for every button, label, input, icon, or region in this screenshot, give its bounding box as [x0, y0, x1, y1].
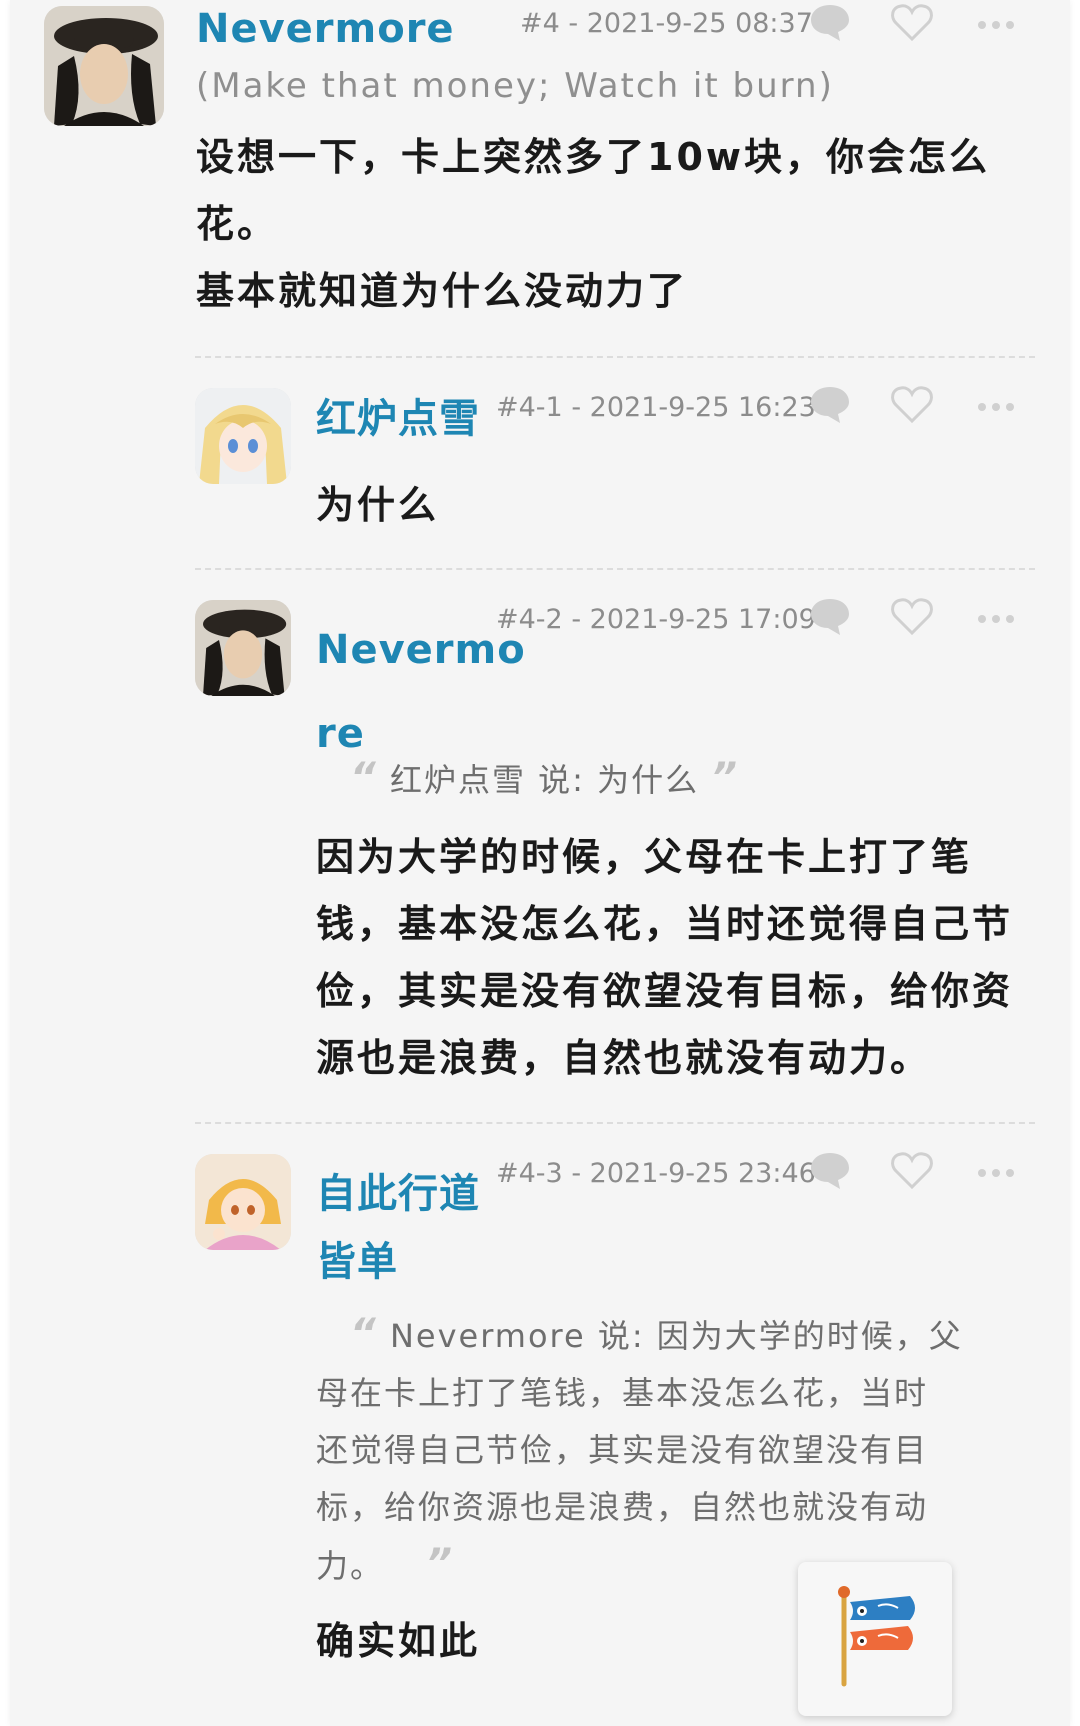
- avatar[interactable]: [195, 388, 291, 484]
- body-line: 基本就知道为什么没动力了: [196, 269, 689, 313]
- meta-separator: -: [571, 392, 582, 423]
- meta-separator: -: [568, 8, 579, 39]
- post-meta: #4-1 - 2021-9-25 16:23: [496, 392, 816, 423]
- chat-bubble-icon: [811, 1153, 849, 1189]
- quote-line: 母在卡上打了笔钱，基本没怎么花，当时: [316, 1374, 929, 1412]
- floating-action-button[interactable]: [798, 1562, 952, 1716]
- body-line: 钱，基本没怎么花，当时还觉得自己节: [316, 902, 1014, 946]
- username[interactable]: Nevermore: [196, 6, 455, 52]
- username[interactable]: 红炉点雪: [316, 396, 480, 442]
- post-time: 23:46: [738, 1158, 816, 1189]
- more-button[interactable]: [976, 610, 1016, 629]
- post-meta: #4 - 2021-9-25 08:37: [520, 8, 813, 39]
- post-date: 2021-9-25: [589, 392, 730, 423]
- quote-text: 红炉点雪 说: 为什么: [389, 761, 700, 799]
- quote-line: “ Nevermore 说: 因为大学的时候，父: [316, 1306, 1016, 1365]
- more-dots-icon: [978, 21, 1014, 29]
- floor-number: #4-1: [496, 392, 563, 423]
- avatar[interactable]: [195, 1154, 291, 1250]
- post-body: 为什么: [316, 472, 1036, 539]
- floor-number: #4-2: [496, 604, 563, 635]
- user-signature: (Make that money; Watch it burn): [196, 66, 834, 106]
- meta-separator: -: [571, 604, 582, 635]
- more-dots-icon: [978, 615, 1014, 623]
- quote-block: “ 红炉点雪 说: 为什么 ”: [350, 750, 1030, 809]
- chat-bubble-icon: [811, 599, 849, 635]
- quote-line: 标，给你资源也是浪费，自然也就没有动: [316, 1488, 929, 1526]
- chat-bubble-icon: [811, 387, 849, 423]
- body-line: 为什么: [316, 483, 440, 527]
- divider: [195, 356, 1035, 358]
- post-time: 17:09: [738, 604, 816, 635]
- reply-button[interactable]: [808, 2, 852, 46]
- more-button[interactable]: [976, 16, 1016, 35]
- quote-text: Nevermore 说: 因为大学的时候，父: [389, 1317, 963, 1355]
- floor-number: #4: [520, 8, 560, 39]
- open-quote-icon: “: [350, 755, 378, 801]
- more-button[interactable]: [976, 1164, 1016, 1183]
- more-dots-icon: [978, 403, 1014, 411]
- divider: [195, 1122, 1035, 1124]
- floor-number: #4-3: [496, 1158, 563, 1189]
- body-line: 设想一下，卡上突然多了10w块，你会怎么: [196, 135, 990, 179]
- post-time: 16:23: [738, 392, 816, 423]
- body-line: 源也是浪费，自然也就没有动力。: [316, 1036, 932, 1080]
- carp-streamer-icon: [838, 1586, 915, 1687]
- heart-icon: [891, 386, 933, 424]
- post-body: 设想一下，卡上突然多了10w块，你会怎么 花。 基本就知道为什么没动力了: [196, 124, 1036, 325]
- avatar[interactable]: [44, 6, 164, 126]
- like-button[interactable]: [890, 596, 934, 640]
- post-meta: #4-2 - 2021-9-25 17:09: [496, 604, 816, 635]
- quote-line: 还觉得自己节俭，其实是没有欲望没有目: [316, 1431, 929, 1469]
- post-date: 2021-9-25: [589, 604, 730, 635]
- close-quote-icon: ”: [711, 755, 740, 801]
- username-line: 自此行道: [316, 1171, 480, 1217]
- body-line: 俭，其实是没有欲望没有目标，给你资: [316, 969, 1014, 1013]
- like-button[interactable]: [890, 1150, 934, 1194]
- avatar[interactable]: [195, 600, 291, 696]
- quote-text: 力。: [316, 1547, 385, 1585]
- reply-button[interactable]: [808, 384, 852, 428]
- body-line: 因为大学的时候，父母在卡上打了笔: [316, 835, 973, 879]
- post-time: 08:37: [735, 8, 813, 39]
- post-date: 2021-9-25: [586, 8, 727, 39]
- like-button[interactable]: [890, 384, 934, 428]
- open-quote-icon: “: [350, 1311, 378, 1357]
- reply-button[interactable]: [808, 596, 852, 640]
- close-quote-icon: ”: [426, 1541, 454, 1587]
- reply-button[interactable]: [808, 1150, 852, 1194]
- username[interactable]: 自此行道 皆单: [316, 1160, 480, 1296]
- like-button[interactable]: [890, 2, 934, 46]
- post-meta: #4-3 - 2021-9-25 23:46: [496, 1158, 816, 1189]
- quote-block: “ Nevermore 说: 因为大学的时候，父 母在卡上打了笔钱，基本没怎么花…: [316, 1306, 1016, 1595]
- more-button[interactable]: [976, 398, 1016, 417]
- username-line: Nevermo: [316, 627, 526, 673]
- post-body: 因为大学的时候，父母在卡上打了笔 钱，基本没怎么花，当时还觉得自己节 俭，其实是…: [316, 824, 1056, 1092]
- meta-separator: -: [571, 1158, 582, 1189]
- chat-bubble-icon: [811, 5, 849, 41]
- heart-icon: [891, 598, 933, 636]
- divider: [195, 568, 1035, 570]
- heart-icon: [891, 4, 933, 42]
- post-date: 2021-9-25: [589, 1158, 730, 1189]
- more-dots-icon: [978, 1169, 1014, 1177]
- username-line: 皆单: [316, 1239, 398, 1285]
- body-line: 花。: [196, 202, 279, 246]
- heart-icon: [891, 1152, 933, 1190]
